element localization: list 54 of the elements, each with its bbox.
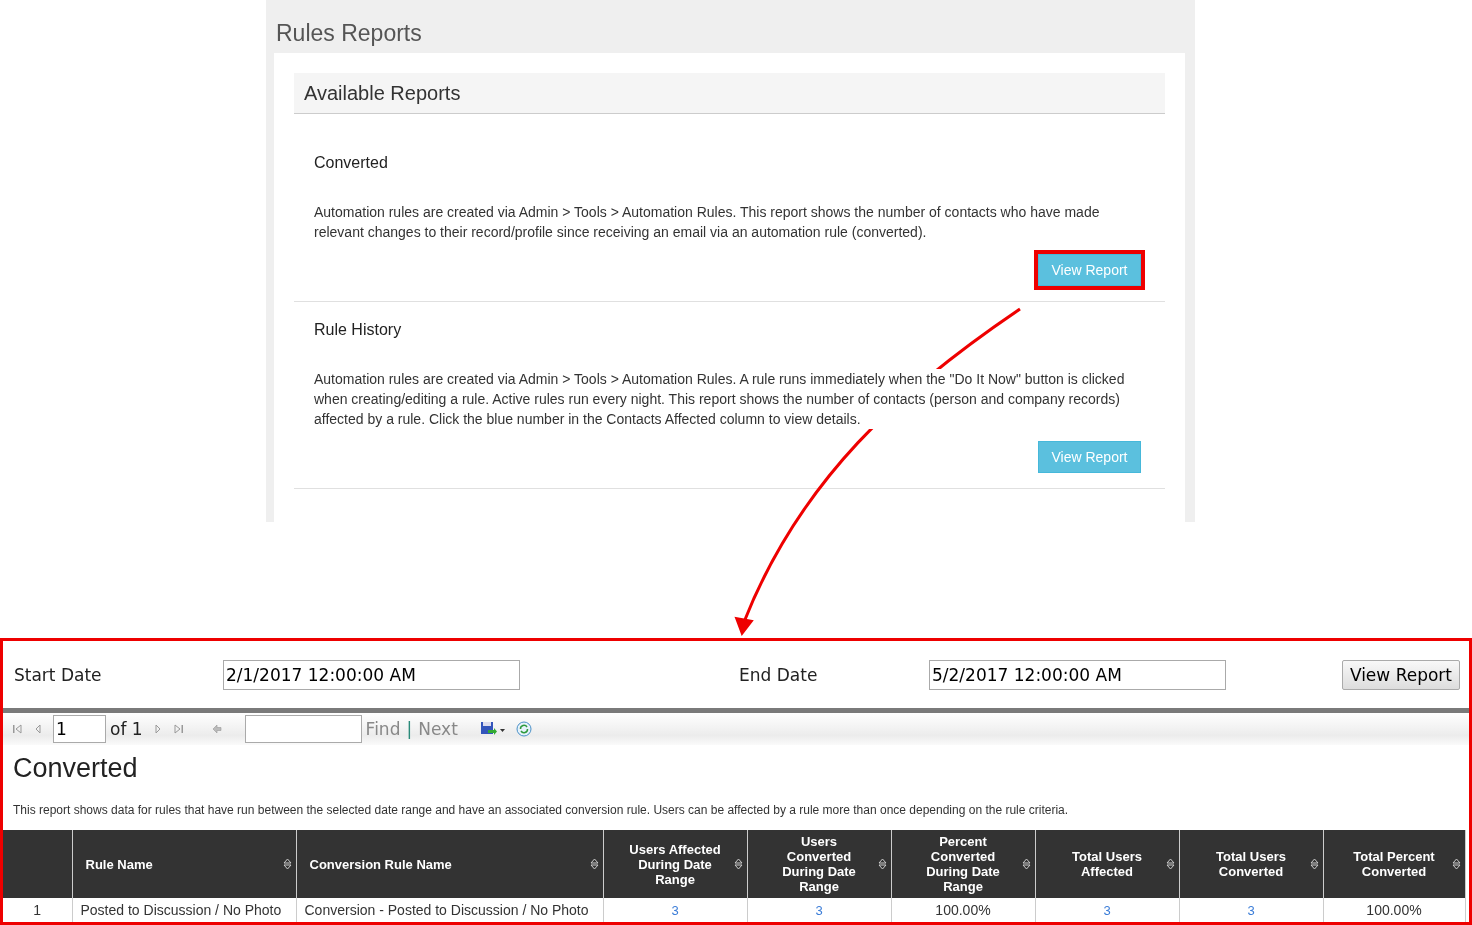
column-title: Total Users Affected (1071, 849, 1143, 879)
table-cell: 100.00% (1323, 898, 1465, 922)
column-header[interactable]: Rule Name (72, 830, 296, 898)
column-header[interactable]: Total Users Affected (1035, 830, 1179, 898)
column-header[interactable]: Total Percent Converted (1323, 830, 1465, 898)
sort-icon[interactable] (1021, 858, 1031, 870)
page-count: of 1 (110, 719, 143, 739)
next-page-icon[interactable] (152, 723, 163, 735)
report-description: This report shows data for rules that have run between the selected date range and have an associated conversion rule. Users can be affected by a rule more than once depending on the rule criteria. (12, 802, 1070, 819)
count-link[interactable]: 3 (747, 898, 891, 922)
end-date-field[interactable]: 5/2/2017 12:00:00 AM (929, 659, 1226, 690)
column-title: Conversion Rule Name (309, 856, 452, 872)
find-field[interactable] (244, 715, 362, 743)
report-title: Converted (314, 154, 389, 172)
page-number-field[interactable]: 1 (53, 715, 106, 743)
sort-icon[interactable] (1165, 858, 1175, 870)
start-date-label: Start Date (14, 664, 103, 685)
table-cell: Conversion - Posted to Discussion / No Photo (296, 898, 603, 922)
sort-icon[interactable] (1309, 858, 1319, 870)
count-link[interactable]: 3 (1035, 898, 1179, 922)
column-title: Users Converted During Date Range (781, 834, 857, 894)
report-title: Converted (12, 752, 139, 785)
card-heading: Available Reports (304, 81, 461, 105)
sort-icon[interactable] (1451, 858, 1461, 870)
column-header[interactable]: Conversion Rule Name (296, 830, 603, 898)
table-cell: 100.00% (891, 898, 1035, 922)
sort-icon[interactable] (733, 858, 743, 870)
sort-icon[interactable] (877, 858, 887, 870)
column-header[interactable]: Users Converted During Date Range (747, 830, 891, 898)
first-page-icon[interactable] (11, 723, 23, 735)
report-title: Rule History (314, 321, 403, 339)
count-link[interactable]: 3 (1179, 898, 1323, 922)
sort-icon[interactable] (589, 858, 599, 870)
table-cell: 1 (3, 898, 72, 922)
last-page-icon[interactable] (172, 723, 185, 735)
column-title: Percent Converted During Date Range (925, 834, 1001, 894)
toolbar-separator: | (406, 719, 413, 739)
count-link[interactable]: 3 (603, 898, 747, 922)
end-date-label: End Date (739, 664, 819, 685)
sort-icon[interactable] (282, 858, 292, 870)
page-title: Rules Reports (275, 19, 423, 48)
column-title: Total Percent Converted (1352, 849, 1436, 879)
save-dropdown-icon[interactable] (479, 721, 506, 737)
start-date-field[interactable]: 2/1/2017 12:00:00 AM (223, 659, 520, 690)
column-header[interactable]: Percent Converted During Date Range (891, 830, 1035, 898)
column-header[interactable]: Users Affected During Date Range (603, 830, 747, 898)
column-title: Rule Name (85, 856, 153, 872)
previous-page-icon[interactable] (33, 723, 43, 735)
column-header[interactable]: Total Users Converted (1179, 830, 1323, 898)
column-title: Total Users Converted (1215, 849, 1287, 879)
view-report-button[interactable]: View Report (1341, 659, 1460, 690)
column-title: Users Affected During Date Range (628, 841, 722, 887)
table-cell: Posted to Discussion / No Photo (72, 898, 296, 922)
refresh-icon[interactable] (515, 721, 532, 737)
